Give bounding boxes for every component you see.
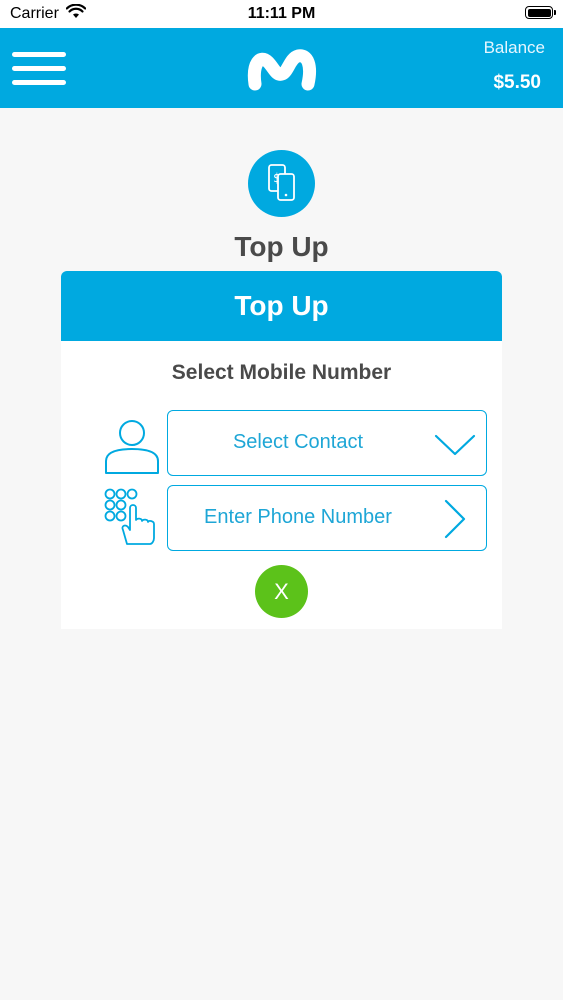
enter-phone-number-button[interactable]: Enter Phone Number [167, 485, 487, 551]
app-header: Balance $5.50 [0, 28, 563, 108]
page-title: Top Up [234, 231, 329, 262]
brand-logo [247, 49, 317, 91]
status-bar: Carrier 11:11 PM [0, 0, 563, 28]
select-contact-button[interactable]: Select Contact [167, 410, 487, 476]
chevron-right-icon [444, 499, 466, 539]
topup-card: Top Up Select Mobile Number Select Conta… [61, 271, 502, 629]
battery-icon [525, 6, 556, 19]
close-button[interactable]: X [255, 565, 308, 618]
balance-label: Balance [483, 38, 545, 57]
contact-person-icon [105, 420, 159, 474]
status-time: 11:11 PM [247, 5, 316, 22]
chevron-down-icon [434, 434, 476, 456]
balance-value: $5.50 [493, 72, 541, 93]
keypad-hand-icon [104, 488, 155, 545]
topup-phone-icon: $ [248, 150, 315, 217]
enter-phone-label: Enter Phone Number [204, 506, 392, 528]
menu-icon[interactable] [12, 50, 68, 88]
card-subtitle: Select Mobile Number [171, 361, 392, 384]
select-contact-label: Select Contact [232, 431, 364, 453]
card-header-title: Top Up [61, 271, 502, 341]
